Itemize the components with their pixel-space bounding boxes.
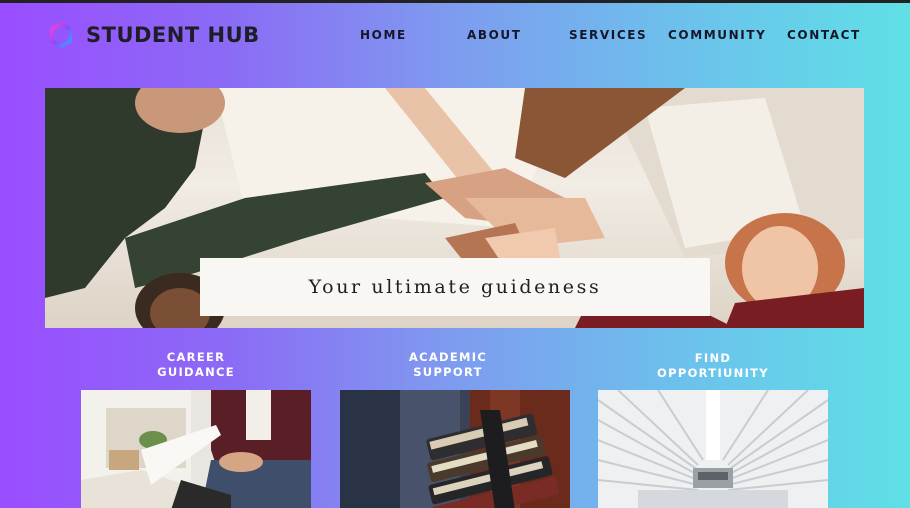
card-title-career[interactable]: CAREER GUIDANCE: [106, 350, 286, 380]
books-image: [340, 390, 570, 508]
card-title-opportunity[interactable]: FIND OPPORTIUNITY: [623, 351, 803, 381]
card-image-career[interactable]: [81, 390, 311, 508]
nav-community[interactable]: COMMUNITY: [668, 28, 766, 42]
hero-caption: Your ultimate guideness: [308, 276, 602, 298]
card-title-line: CAREER: [166, 350, 226, 364]
card-title-line: OPPORTIUNITY: [657, 366, 769, 380]
logo-ring-icon: [50, 22, 72, 48]
card-title-line: FIND: [694, 351, 732, 365]
card-title-line: GUIDANCE: [157, 365, 235, 379]
counseling-image: [81, 390, 311, 508]
logo[interactable]: STUDENT HUB: [48, 22, 260, 48]
nav-contact[interactable]: CONTACT: [787, 28, 861, 42]
nav-about[interactable]: ABOUT: [467, 28, 522, 42]
nav-home[interactable]: HOME: [360, 28, 407, 42]
nav-services[interactable]: SERVICES: [569, 28, 647, 42]
hero-banner: Your ultimate guideness: [45, 88, 864, 328]
brand-name: STUDENT HUB: [86, 23, 260, 47]
card-title-line: ACADEMIC: [408, 350, 488, 364]
page: STUDENT HUB HOME ABOUT SERVICES COMMUNIT…: [0, 3, 910, 508]
card-title-line: SUPPORT: [413, 365, 483, 379]
card-image-opportunity[interactable]: [598, 390, 828, 508]
architecture-image: [598, 390, 828, 508]
card-image-academic[interactable]: [340, 390, 570, 508]
hero-caption-box: Your ultimate guideness: [200, 258, 710, 316]
card-title-academic[interactable]: ACADEMIC SUPPORT: [358, 350, 538, 380]
